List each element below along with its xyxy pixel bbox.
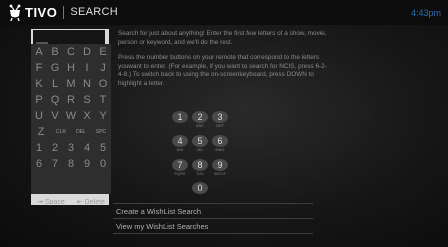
instructions-paragraph: Search for just about anything! Enter th…	[118, 30, 327, 46]
key-6[interactable]: 6	[32, 158, 46, 170]
brand-name: TIVO	[25, 4, 58, 20]
on-screen-keyboard: A B C D E F G H I J K L M N O P Q R S T	[31, 44, 111, 194]
key-b[interactable]: B	[48, 46, 62, 58]
key-k[interactable]: K	[32, 78, 46, 90]
key-8[interactable]: 8	[64, 158, 78, 170]
key-v[interactable]: V	[48, 110, 62, 122]
keypad-key-7: 7 PQRS	[172, 159, 188, 176]
create-wishlist-search[interactable]: Create a WishList Search	[116, 207, 201, 216]
keypad-key-6: 6 MNO	[212, 135, 228, 152]
key-z[interactable]: Z	[34, 126, 48, 138]
key-h[interactable]: H	[64, 62, 78, 74]
key-clear[interactable]: CLR	[54, 129, 68, 135]
key-a[interactable]: A	[32, 46, 46, 58]
keyboard-row: 6 7 8 9 0	[31, 156, 111, 172]
instructions-paragraph: Press the number buttons on your remote …	[118, 54, 327, 87]
key-3[interactable]: 3	[64, 142, 78, 154]
keypad-key-3: 3 DEF	[212, 111, 228, 128]
key-l[interactable]: L	[48, 78, 62, 90]
key-f[interactable]: F	[32, 62, 46, 74]
key-g[interactable]: G	[48, 62, 62, 74]
key-space[interactable]: SPC	[94, 129, 108, 135]
keypad-key-0: 0	[192, 182, 208, 195]
keypad-key-2: 2 ABC	[192, 111, 208, 128]
key-q[interactable]: Q	[48, 94, 62, 106]
header-divider	[63, 5, 65, 19]
key-7[interactable]: 7	[48, 158, 62, 170]
keypad-key-8: 8 TUV	[192, 159, 208, 176]
menu-divider	[113, 233, 313, 234]
key-y[interactable]: Y	[96, 110, 110, 122]
keyboard-row: A B C D E	[31, 44, 111, 60]
keyboard-hints: ⇥ Space ⇤ Delete	[31, 198, 111, 206]
key-s[interactable]: S	[80, 94, 94, 106]
page-title: SEARCH	[70, 6, 118, 18]
keyboard-row: F G H I J	[31, 60, 111, 76]
top-bar: TIVO SEARCH 4:43pm	[0, 0, 448, 25]
search-instructions: Search for just about anything! Enter th…	[118, 30, 328, 96]
key-r[interactable]: R	[64, 94, 78, 106]
keypad-key-1: 1	[172, 111, 188, 124]
keyboard-row: K L M N O	[31, 76, 111, 92]
tivo-tv-icon	[9, 4, 21, 21]
key-9[interactable]: 9	[80, 158, 94, 170]
remote-keypad-diagram: 1 2 ABC 3 DEF 4 GHI 5 JKL 6 MNO 7 PQRS 8 TUV 9W…	[170, 111, 230, 204]
delete-hint: ⇤ Delete	[76, 199, 105, 206]
key-i[interactable]: I	[80, 62, 94, 74]
key-d[interactable]: D	[80, 46, 94, 58]
key-4[interactable]: 4	[80, 142, 94, 154]
menu-divider	[113, 203, 313, 204]
tivo-search-screen: TIVO SEARCH 4:43pm A B C D E F G H I J K…	[0, 0, 448, 247]
keyboard-row: 1 2 3 4 5	[31, 140, 111, 156]
key-t[interactable]: T	[96, 94, 110, 106]
key-1[interactable]: 1	[32, 142, 46, 154]
key-p[interactable]: P	[32, 94, 46, 106]
keyboard-row: U V W X Y	[31, 108, 111, 124]
space-hint: ⇥ Space	[37, 199, 65, 206]
key-u[interactable]: U	[32, 110, 46, 122]
tivo-logo: TIVO SEARCH	[8, 3, 118, 21]
keypad-key-4: 4 GHI	[172, 135, 188, 152]
key-c[interactable]: C	[64, 46, 78, 58]
key-5[interactable]: 5	[96, 142, 110, 154]
menu-divider	[113, 218, 313, 219]
keypad-key-9: 9 WXYZ	[212, 159, 228, 176]
key-m[interactable]: M	[64, 78, 78, 90]
clock: 4:43pm	[410, 8, 441, 18]
key-w[interactable]: W	[64, 110, 78, 122]
keypad-key-5: 5 JKL	[192, 135, 208, 152]
key-delete[interactable]: DEL	[74, 129, 88, 135]
key-2[interactable]: 2	[48, 142, 62, 154]
key-o[interactable]: O	[96, 78, 110, 90]
key-0[interactable]: 0	[96, 158, 110, 170]
keyboard-row: Z CLR DEL SPC	[31, 124, 111, 140]
key-j[interactable]: J	[96, 62, 110, 74]
view-wishlist-searches[interactable]: View my WishList Searches	[116, 222, 208, 231]
keyboard-row: P Q R S T	[31, 92, 111, 108]
key-e[interactable]: E	[96, 46, 110, 58]
key-x[interactable]: X	[80, 110, 94, 122]
key-n[interactable]: N	[80, 78, 94, 90]
